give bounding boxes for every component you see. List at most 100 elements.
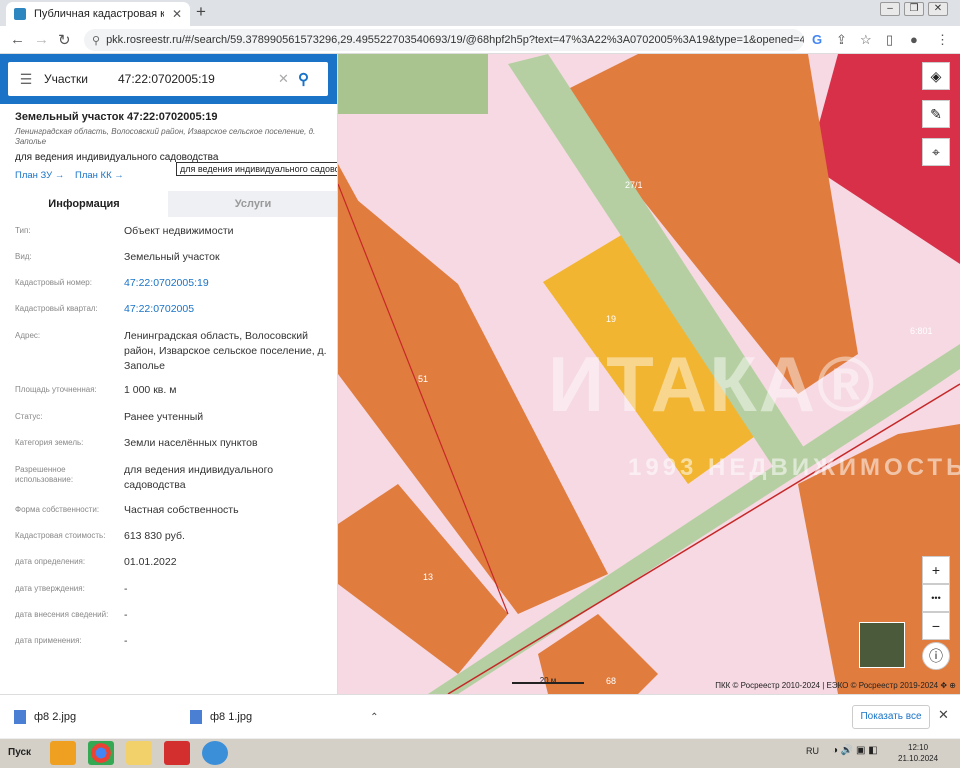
minimize-window-icon[interactable]: –	[880, 2, 900, 16]
field-label: Кадастровый квартал:	[15, 304, 98, 313]
ruler-icon[interactable]: ✎	[922, 100, 950, 128]
plot-label: 13	[423, 572, 434, 582]
search-box: ☰ Участки 47:22:0702005:19 ✕ ⚲	[8, 62, 328, 96]
address-bar: ← → ↻ ⚲ pkk.rosreestr.ru/#/search/59.378…	[0, 26, 960, 54]
chrome-icon[interactable]	[88, 741, 114, 765]
taskbar: Пуск RU ◑ 🔊 ▣ ◧ 12:10 21.10.2024	[0, 738, 960, 768]
scale-label: 20 м	[539, 676, 557, 685]
field-value: -	[124, 635, 128, 647]
browser-tab[interactable]: Публичная кадастровая карта ✕	[6, 2, 190, 26]
field-label: Адрес:	[15, 331, 41, 340]
tab-services[interactable]: Услуги	[168, 191, 337, 217]
panel-tabs: Информация Услуги	[0, 191, 337, 217]
share-icon[interactable]: ⇪	[836, 32, 847, 48]
info-panel: ☰ Участки 47:22:0702005:19 ✕ ⚲ Земельный…	[0, 54, 338, 694]
download-item[interactable]: ф8 1.jpg ⌃	[190, 705, 378, 729]
tray-icons[interactable]: ◑ 🔊 ▣ ◧	[832, 745, 878, 756]
site-info-icon[interactable]: ⚲	[92, 34, 100, 47]
image-file-icon	[190, 710, 202, 724]
start-button[interactable]: Пуск	[2, 742, 42, 764]
favicon-icon	[14, 8, 26, 20]
field-label: дата утверждения:	[15, 584, 85, 593]
new-tab-icon[interactable]: +	[196, 3, 206, 21]
clock[interactable]: 12:10 21.10.2024	[898, 742, 938, 764]
minimap-thumbnail[interactable]	[859, 622, 905, 668]
field-label: Вид:	[15, 252, 32, 261]
plot-label: 51	[418, 374, 429, 384]
search-category-select[interactable]: Участки	[44, 72, 118, 86]
clock-date: 21.10.2024	[898, 754, 939, 763]
field-value: 01.01.2022	[124, 556, 177, 568]
attribution-text: ПКК © Росреестр 2010-2024 | ЕЭКО © Росре…	[715, 681, 939, 690]
field-value: -	[124, 609, 128, 621]
close-icon[interactable]: ✕	[938, 707, 949, 723]
forward-icon[interactable]: →	[34, 31, 49, 48]
map-attribution: ПКК © Росреестр 2010-2024 | ЕЭКО © Росре…	[715, 681, 956, 690]
plot-label: 6:801	[910, 326, 933, 336]
plot-label: 68	[606, 676, 617, 686]
tooltip: для ведения индивидуального садоводства	[176, 162, 337, 176]
field-value: Частная собственность	[124, 504, 239, 516]
layers-icon[interactable]: ◈	[922, 62, 950, 90]
reload-icon[interactable]: ↻	[58, 31, 71, 49]
field-label: Форма собственности:	[15, 505, 100, 514]
download-filename: ф8 1.jpg	[210, 711, 253, 723]
cadastral-number-link[interactable]: 47:22:0702005:19	[124, 276, 329, 291]
close-window-icon[interactable]: ✕	[928, 2, 948, 16]
language-indicator[interactable]: RU	[806, 746, 819, 756]
bookmark-star-icon[interactable]: ☆	[860, 32, 872, 48]
google-icon[interactable]: G	[812, 32, 822, 47]
field-value: 1 000 кв. м	[124, 384, 177, 396]
menu-icon[interactable]: ⋮	[936, 32, 949, 48]
url-field[interactable]: ⚲ pkk.rosreestr.ru/#/search/59.378990561…	[84, 29, 804, 51]
scale-bar: 20 м	[512, 676, 584, 685]
target-icon[interactable]: ✥	[940, 681, 947, 690]
show-all-button[interactable]: Показать все	[852, 705, 930, 729]
app-icon[interactable]	[164, 741, 190, 765]
search-icon[interactable]: ⚲	[298, 70, 328, 88]
download-item[interactable]: ф8 2.jpg ⌃	[14, 705, 202, 729]
locate-icon[interactable]: ⌖	[922, 138, 950, 166]
plan-kk-link[interactable]: План КК →	[75, 170, 124, 181]
profile-icon[interactable]: ●	[910, 32, 918, 47]
chevron-up-icon[interactable]: ⌃	[370, 712, 378, 723]
clock-time: 12:10	[908, 743, 929, 752]
field-value: Земельный участок	[124, 251, 220, 263]
field-value: для ведения индивидуального садоводства	[124, 464, 274, 491]
back-icon[interactable]: ←	[10, 31, 25, 48]
field-value: -	[124, 583, 128, 595]
scale-icon[interactable]: ⊕	[949, 681, 956, 690]
info-circle-icon[interactable]: ⓘ	[922, 642, 950, 670]
search-input[interactable]: 47:22:0702005:19	[118, 72, 278, 86]
plan-zu-link[interactable]: План ЗУ →	[15, 170, 64, 181]
close-tab-icon[interactable]: ✕	[172, 7, 182, 21]
side-panel-icon[interactable]: ▯	[886, 32, 893, 48]
field-label: Тип:	[15, 226, 31, 235]
cadastral-quarter-link[interactable]: 47:22:0702005	[124, 302, 329, 317]
zoom-more-button[interactable]: •••	[922, 584, 950, 612]
menu-burger-icon[interactable]: ☰	[8, 71, 44, 88]
field-label: Статус:	[15, 412, 43, 421]
watermark-subtitle: 1993 НЕДВИЖИМОСТЬ	[628, 454, 960, 481]
field-value: 613 830 руб.	[124, 530, 185, 542]
field-label: Категория земель:	[15, 438, 84, 447]
media-player-icon[interactable]	[50, 741, 76, 765]
internet-explorer-icon[interactable]	[202, 741, 228, 765]
field-label: дата внесения сведений:	[15, 610, 109, 619]
parcel-title: Земельный участок 47:22:0702005:19	[15, 111, 218, 123]
browser-tab-bar: Публичная кадастровая карта ✕ + – ❐ ✕	[0, 0, 960, 26]
file-manager-icon[interactable]	[126, 741, 152, 765]
field-value: Ранее учтенный	[124, 411, 204, 423]
tab-title: Публичная кадастровая карта	[34, 8, 164, 20]
cadastral-map[interactable]: 27/1 19 51 13 6:801 68 ИТАКА® 1993 НЕДВИ…	[338, 54, 960, 694]
tab-information[interactable]: Информация	[0, 191, 168, 217]
clear-search-icon[interactable]: ✕	[278, 71, 298, 87]
field-value: Земли населённых пунктов	[124, 437, 258, 449]
parcel-address: Ленинградская область, Волосовский район…	[15, 127, 316, 146]
maximize-window-icon[interactable]: ❐	[904, 2, 924, 16]
zoom-in-button[interactable]: +	[922, 556, 950, 584]
field-value: Ленинградская область, Волосовский район…	[124, 330, 327, 372]
field-label: дата применения:	[15, 636, 82, 645]
zoom-out-button[interactable]: −	[922, 612, 950, 640]
download-filename: ф8 2.jpg	[34, 711, 77, 723]
